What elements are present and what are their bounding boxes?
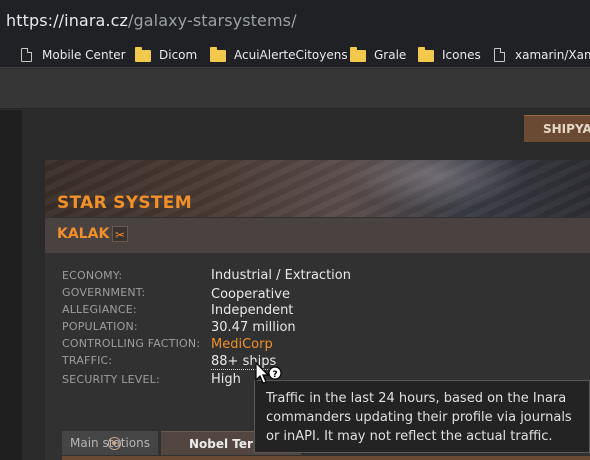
controlling-faction-link[interactable]: MediCorp [211,337,273,352]
security-level-value: High [211,372,241,387]
tooltip-text: Traffic in the last 24 hours, based on t… [266,391,572,444]
help-cursor-icon: ? [255,361,282,384]
bookmark-xamarin[interactable]: xamarin/Xama [491,46,590,64]
url-path: /galaxy-starsystems/ [128,11,297,30]
banner-glow [345,160,525,210]
system-name: KALAK [57,226,110,242]
svg-text:?: ? [272,370,277,380]
scissors-icon[interactable]: ✂ [112,226,128,242]
url-host: https://inara.cz [6,11,129,30]
bookmark-label: Grale [374,48,407,62]
page-icon [494,48,505,62]
bookmark-acuialertecitoyens[interactable]: AcuiAlerteCitoyens [210,46,348,64]
station-icon [108,437,121,450]
url-text[interactable]: https://inara.cz/galaxy-starsystems/ [6,11,297,30]
site-header-bar [0,69,590,109]
folder-icon [350,47,366,62]
bookmark-dicom[interactable]: Dicom [135,46,197,64]
security-level-label: SECURITY LEVEL: [62,373,160,386]
allegiance-label: ALLEGIANCE: [62,303,137,316]
economy-value: Industrial / Extraction [211,268,351,283]
economy-label: ECONOMY: [62,269,123,282]
shipyard-nav-button[interactable]: SHIPYAR [524,115,590,142]
population-value: 30.47 million [211,320,296,335]
left-sidebar-strip [0,110,22,460]
bookmark-label: Icones [442,48,481,62]
bookmark-icones[interactable]: Icones [418,46,481,64]
government-value: Cooperative [211,287,290,302]
page-icon [21,48,32,62]
bookmark-mobile-center[interactable]: Mobile Center [18,46,126,64]
folder-icon [418,47,434,62]
traffic-label: TRAFFIC: [62,354,113,367]
controlling-faction-label: CONTROLLING FACTION: [62,337,201,350]
folder-icon [135,47,151,62]
section-title: STAR SYSTEM [57,193,192,213]
bookmarks-bar: Mobile Center Dicom AcuiAlerteCitoyens G… [0,40,590,68]
bookmark-label: Dicom [159,48,198,62]
allegiance-value: Independent [211,303,294,318]
bookmark-grale[interactable]: Grale [350,46,406,64]
bookmark-label: AcuiAlerteCitoyens [234,48,348,62]
bookmark-label: xamarin/Xama [515,48,590,62]
population-label: POPULATION: [62,320,138,333]
government-label: GOVERNMENT: [62,286,146,299]
folder-icon [210,47,226,62]
tab-content-border [62,456,590,460]
bookmark-label: Mobile Center [42,48,126,62]
address-bar[interactable]: https://inara.cz/galaxy-starsystems/ [0,0,590,40]
